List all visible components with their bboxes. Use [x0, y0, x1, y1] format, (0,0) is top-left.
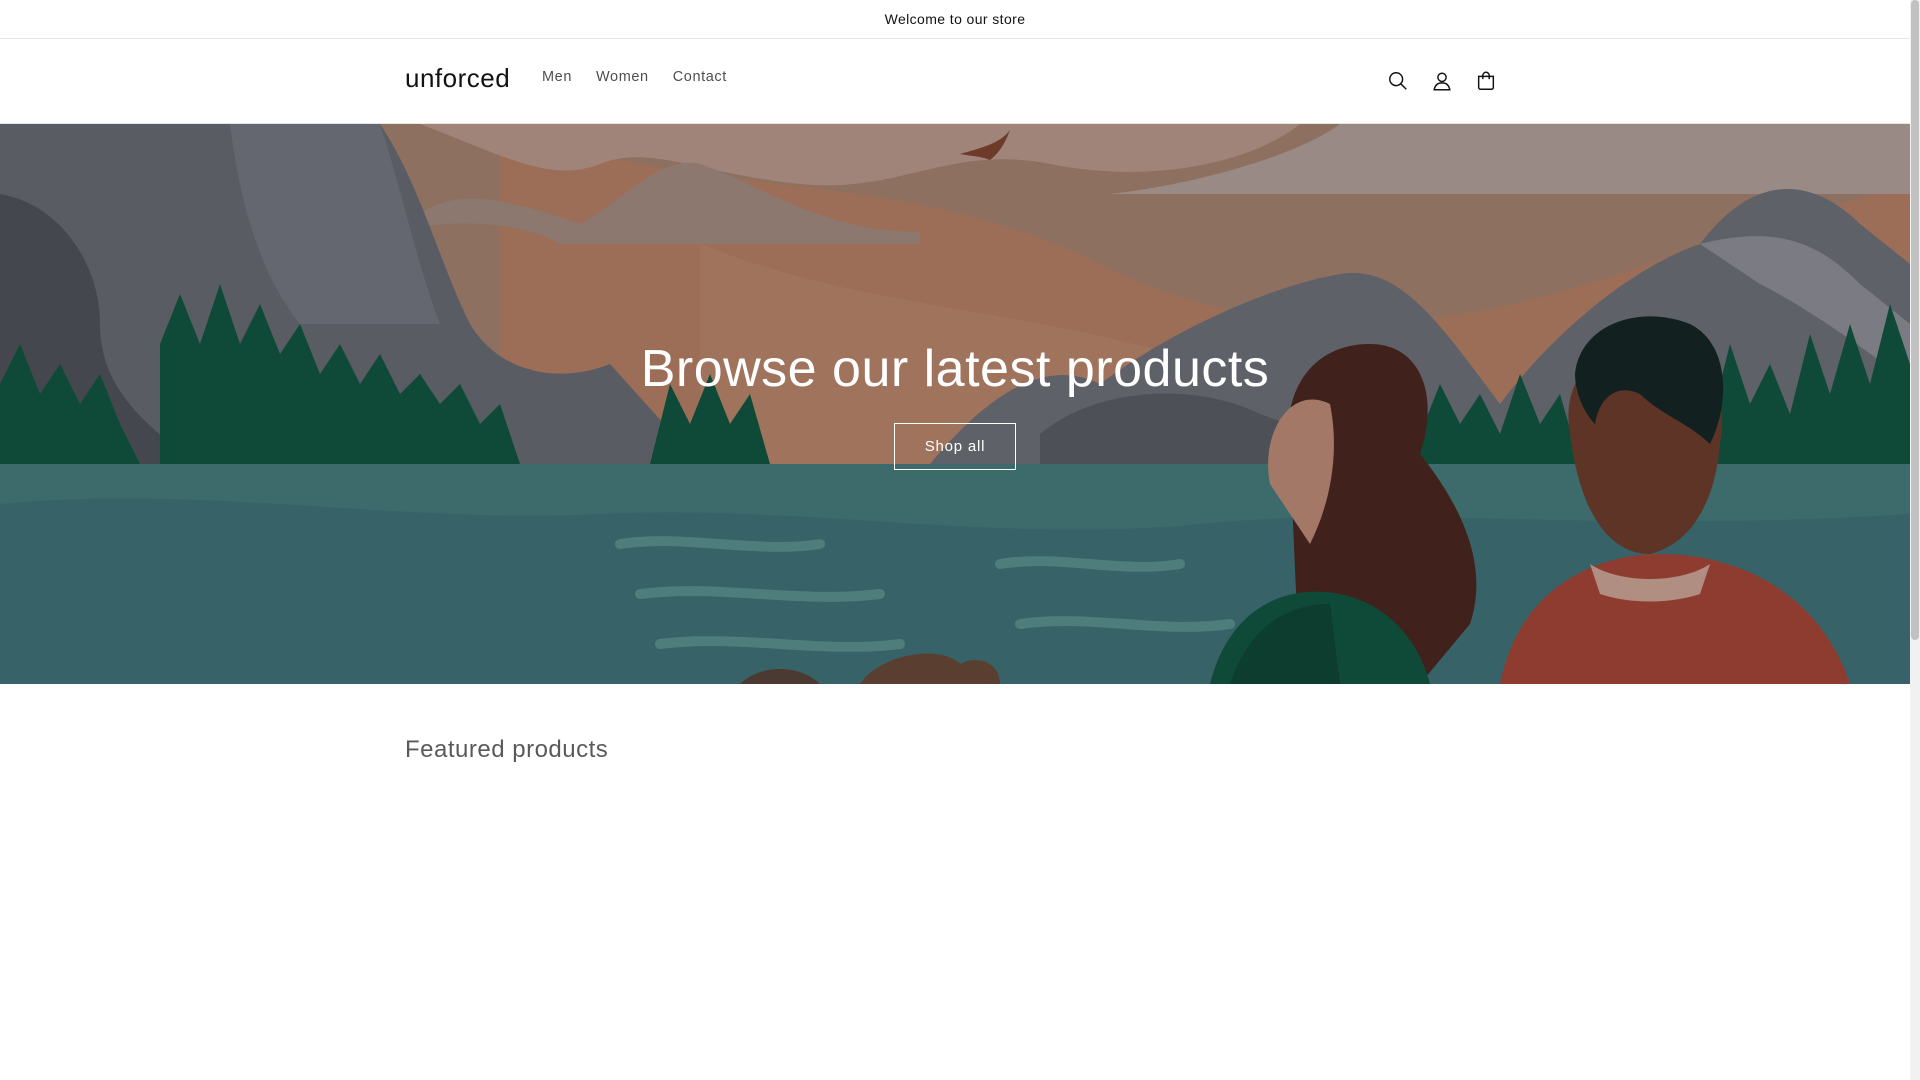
- cart-icon: [1477, 71, 1495, 90]
- featured-products-title: Featured products: [405, 736, 609, 763]
- nav-item-men[interactable]: Men: [530, 69, 584, 85]
- scrollbar[interactable]: [1910, 0, 1920, 1080]
- site-header: unforced Men Women Contact: [0, 39, 1910, 124]
- search-button[interactable]: [1378, 61, 1418, 101]
- cart-button[interactable]: [1466, 61, 1506, 101]
- shop-all-button[interactable]: Shop all: [893, 422, 1017, 470]
- page: Welcome to our store unforced Men Women …: [0, 0, 1920, 1080]
- hero-banner: Browse our latest products Shop all: [0, 124, 1910, 684]
- header-icons: [1378, 61, 1506, 101]
- hero-title: Browse our latest products: [640, 339, 1270, 398]
- scrollbar-thumb[interactable]: [1911, 0, 1919, 640]
- main-nav: Men Women Contact: [530, 69, 739, 85]
- announcement-text: Welcome to our store: [884, 11, 1026, 27]
- hero-content: Browse our latest products Shop all: [0, 124, 1910, 684]
- account-button[interactable]: [1422, 61, 1462, 101]
- nav-item-contact[interactable]: Contact: [661, 69, 739, 85]
- store-logo[interactable]: unforced: [405, 63, 510, 94]
- nav-item-women[interactable]: Women: [584, 69, 661, 85]
- announcement-bar: Welcome to our store: [0, 0, 1910, 39]
- account-icon: [1433, 72, 1451, 91]
- search-icon: [1389, 72, 1407, 90]
